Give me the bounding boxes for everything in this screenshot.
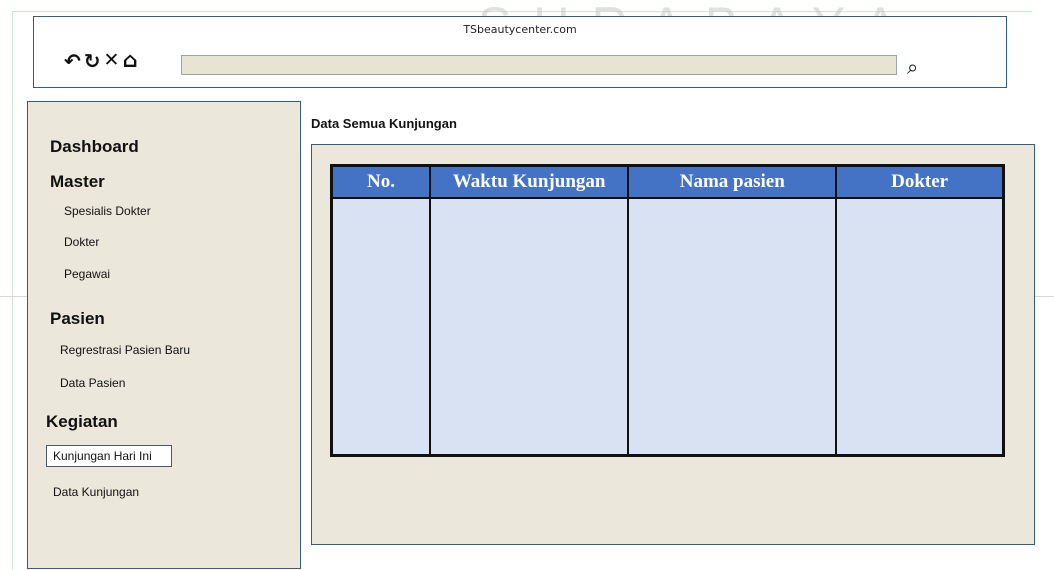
sidebar-item-data-pasien[interactable]: Data Pasien: [60, 376, 125, 390]
sidebar-item-spesialis-dokter[interactable]: Spesialis Dokter: [64, 204, 151, 218]
search-icon[interactable]: ⌕: [907, 55, 918, 79]
frame-line-top: [12, 11, 1032, 12]
sidebar-heading-dashboard[interactable]: Dashboard: [50, 137, 139, 157]
sidebar-item-pegawai[interactable]: Pegawai: [64, 267, 110, 281]
refresh-icon[interactable]: ↻: [84, 51, 101, 71]
table-cell: [835, 197, 1005, 457]
sidebar-item-registrasi-pasien-baru[interactable]: Regrestrasi Pasien Baru: [60, 343, 190, 357]
column-header-nama-pasien[interactable]: Nama pasien: [627, 164, 838, 199]
table-cell: [330, 197, 432, 457]
url-input[interactable]: [181, 55, 897, 75]
column-header-dokter[interactable]: Dokter: [835, 164, 1005, 199]
table-cell: [429, 197, 630, 457]
nav-icons: ↶ ↻ ✕ ⌂: [64, 50, 138, 71]
frame-line-mid-left: [0, 296, 27, 297]
frame-line-mid-right: [1035, 296, 1054, 297]
column-header-waktu-kunjungan[interactable]: Waktu Kunjungan: [429, 164, 630, 199]
site-title: TSbeautycenter.com: [463, 23, 577, 36]
sidebar-item-data-kunjungan[interactable]: Data Kunjungan: [53, 485, 139, 499]
sidebar-item-kunjungan-hari-ini[interactable]: Kunjungan Hari Ini: [46, 445, 172, 467]
sidebar-item-dokter[interactable]: Dokter: [64, 235, 99, 249]
table-header-row: No. Waktu Kunjungan Nama pasien Dokter: [330, 164, 1005, 199]
table-row: [330, 197, 1005, 457]
sidebar-heading-kegiatan: Kegiatan: [46, 412, 118, 431]
sidebar-heading-master: Master: [50, 172, 105, 191]
column-header-no[interactable]: No.: [330, 164, 432, 199]
home-icon[interactable]: ⌂: [122, 50, 137, 71]
visits-table: No. Waktu Kunjungan Nama pasien Dokter: [330, 164, 1005, 457]
sidebar: Dashboard Master Spesialis Dokter Dokter…: [27, 101, 301, 569]
browser-bar: TSbeautycenter.com ↶ ↻ ✕ ⌂ ⌕: [33, 16, 1007, 88]
table-cell: [627, 197, 838, 457]
frame-line-left: [12, 11, 13, 570]
stop-icon[interactable]: ✕: [104, 51, 120, 70]
page-title: Data Semua Kunjungan: [311, 116, 457, 131]
sidebar-heading-pasien: Pasien: [50, 309, 105, 328]
undo-icon[interactable]: ↶: [64, 51, 81, 71]
